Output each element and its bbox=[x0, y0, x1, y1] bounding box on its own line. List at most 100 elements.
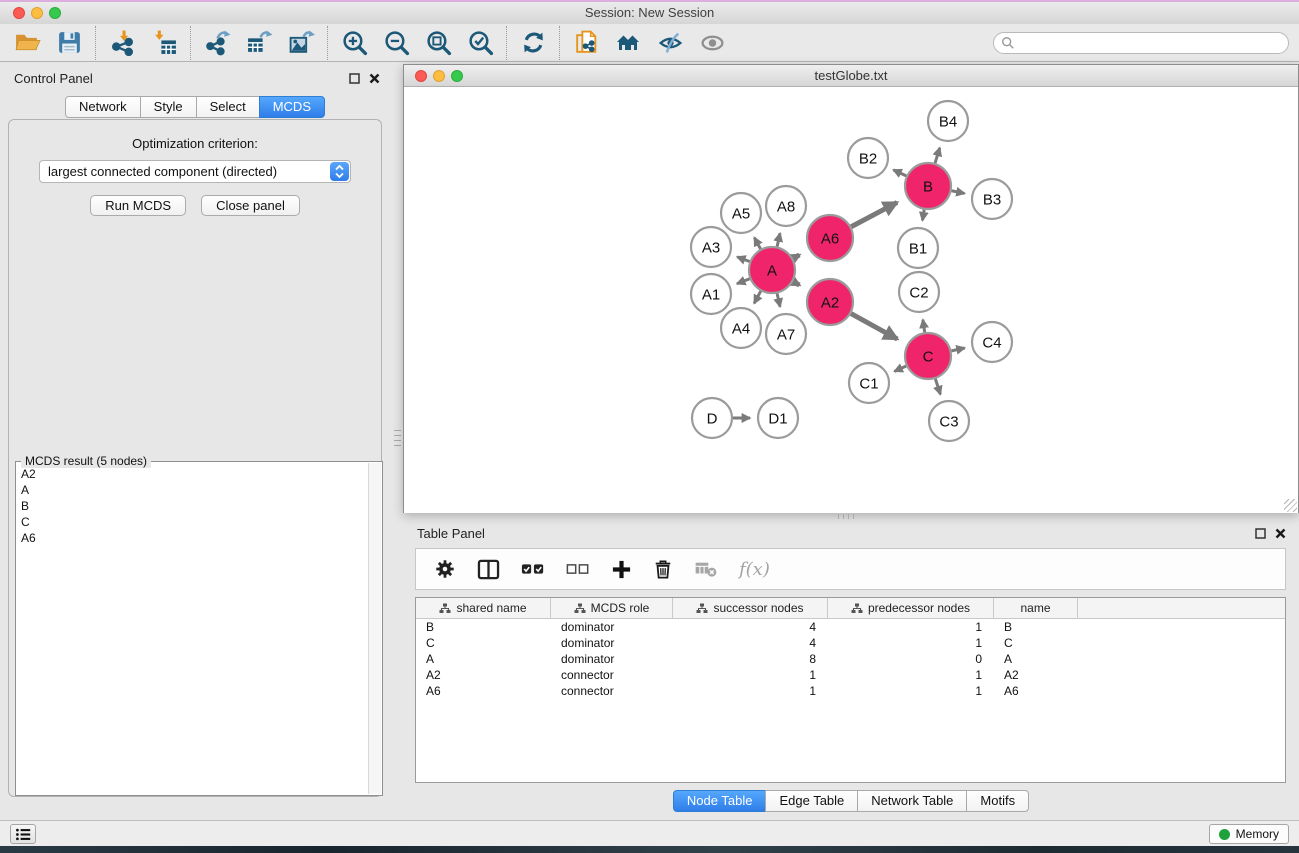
style-eye-icon bbox=[657, 29, 684, 56]
zoom-selected-button[interactable] bbox=[459, 26, 501, 60]
select-all-columns-button[interactable] bbox=[521, 562, 545, 576]
tab-style[interactable]: Style bbox=[140, 96, 197, 118]
list-item[interactable]: A2 bbox=[21, 466, 377, 482]
column-header-name[interactable]: name bbox=[994, 598, 1078, 618]
unselect-all-columns-button[interactable] bbox=[566, 562, 590, 576]
table-settings-gear-button[interactable] bbox=[434, 558, 456, 580]
tab-network[interactable]: Network bbox=[65, 96, 141, 118]
minimize-window-button[interactable] bbox=[31, 7, 43, 19]
graph-node-label: C3 bbox=[939, 413, 958, 430]
graph-edge-A2-C[interactable] bbox=[851, 314, 897, 340]
node-table[interactable]: shared nameMCDS rolesuccessor nodesprede… bbox=[415, 597, 1286, 783]
network-graph[interactable]: B4B2BB3A5A8A6B1A3AC2A1A2A4A7C4CC1C3DD1 bbox=[404, 88, 1298, 513]
close-table-panel-button[interactable] bbox=[1274, 527, 1287, 540]
table-row[interactable]: Cdominator41C bbox=[416, 635, 1285, 651]
zoom-fit-button[interactable] bbox=[417, 26, 459, 60]
graph-edge-A-A4[interactable] bbox=[754, 291, 760, 303]
refresh-button[interactable] bbox=[512, 26, 554, 60]
graph-node-label: C4 bbox=[982, 334, 1001, 351]
search-box[interactable] bbox=[993, 32, 1289, 54]
task-history-button[interactable] bbox=[10, 824, 36, 844]
import-table-button[interactable] bbox=[143, 26, 185, 60]
zoom-in-icon bbox=[341, 29, 368, 56]
graph-node-label: A3 bbox=[702, 239, 720, 256]
close-window-button[interactable] bbox=[13, 7, 25, 19]
zoom-in-button[interactable] bbox=[333, 26, 375, 60]
graph-edge-A-A5[interactable] bbox=[754, 238, 760, 249]
tab-motifs[interactable]: Motifs bbox=[966, 790, 1029, 812]
zoom-out-icon bbox=[383, 29, 410, 56]
close-panel-action-button[interactable]: Close panel bbox=[201, 195, 300, 216]
minimize-network-window-button[interactable] bbox=[433, 70, 445, 82]
control-panel: Control Panel NetworkStyleSelectMCDS Opt… bbox=[0, 62, 390, 820]
tab-network-table[interactable]: Network Table bbox=[857, 790, 967, 812]
graph-edge-C-C2[interactable] bbox=[923, 320, 925, 333]
graph-edge-A6-B[interactable] bbox=[851, 202, 897, 226]
network-window-titlebar[interactable]: testGlobe.txt bbox=[404, 65, 1298, 87]
style-visibility-button[interactable] bbox=[649, 26, 691, 60]
show-hide-button[interactable] bbox=[691, 26, 733, 60]
table-row[interactable]: A6connector11A6 bbox=[416, 683, 1285, 699]
optimization-criterion-select[interactable]: largest connected component (directed) bbox=[39, 160, 351, 183]
table-row[interactable]: A2connector11A2 bbox=[416, 667, 1285, 683]
show-columns-button[interactable] bbox=[477, 559, 500, 580]
graph-node-label: A8 bbox=[777, 198, 795, 215]
homes-icon bbox=[614, 29, 642, 57]
close-network-window-button[interactable] bbox=[415, 70, 427, 82]
graph-edge-C-C4[interactable] bbox=[951, 348, 964, 351]
zoom-out-button[interactable] bbox=[375, 26, 417, 60]
list-item[interactable]: C bbox=[21, 514, 377, 530]
tab-mcds[interactable]: MCDS bbox=[259, 96, 325, 118]
graph-edge-A-A3[interactable] bbox=[737, 257, 749, 262]
tab-edge-table[interactable]: Edge Table bbox=[765, 790, 858, 812]
column-header-predecessor-nodes[interactable]: predecessor nodes bbox=[828, 598, 994, 618]
list-item[interactable]: A6 bbox=[21, 530, 377, 546]
tab-select[interactable]: Select bbox=[196, 96, 260, 118]
memory-button[interactable]: Memory bbox=[1209, 824, 1289, 844]
graph-edge-A-A1[interactable] bbox=[737, 279, 750, 284]
export-network-button[interactable] bbox=[196, 26, 238, 60]
graph-edge-B-B4[interactable] bbox=[935, 148, 940, 163]
tab-node-table[interactable]: Node Table bbox=[673, 790, 767, 812]
window-resize-grip[interactable] bbox=[1284, 499, 1297, 512]
close-panel-button[interactable] bbox=[368, 72, 381, 85]
graph-edge-A-A6[interactable] bbox=[793, 255, 799, 258]
create-column-plus-button[interactable] bbox=[611, 559, 632, 580]
graph-edge-B-B1[interactable] bbox=[922, 210, 924, 221]
zoom-selected-icon bbox=[467, 29, 494, 56]
graph-edge-C-C1[interactable] bbox=[894, 366, 906, 371]
maximize-window-button[interactable] bbox=[49, 7, 61, 19]
save-session-button[interactable] bbox=[48, 26, 90, 60]
open-session-button[interactable] bbox=[6, 26, 48, 60]
delete-column-trash-button[interactable] bbox=[653, 558, 673, 580]
table-row[interactable]: Adominator80A bbox=[416, 651, 1285, 667]
graph-edge-B-B3[interactable] bbox=[952, 191, 965, 194]
column-header-successor-nodes[interactable]: successor nodes bbox=[673, 598, 828, 618]
float-panel-button[interactable] bbox=[348, 72, 361, 85]
network-from-file-button[interactable] bbox=[565, 26, 607, 60]
column-header-MCDS-role[interactable]: MCDS role bbox=[551, 598, 673, 618]
search-input[interactable] bbox=[1020, 34, 1288, 52]
float-table-panel-button[interactable] bbox=[1254, 527, 1267, 540]
export-image-button[interactable] bbox=[280, 26, 322, 60]
import-network-button[interactable] bbox=[101, 26, 143, 60]
export-table-button[interactable] bbox=[238, 26, 280, 60]
graph-edge-C-C3[interactable] bbox=[935, 379, 940, 395]
graph-edge-B-B2[interactable] bbox=[893, 170, 906, 176]
home-button[interactable] bbox=[607, 26, 649, 60]
graph-edge-A-A8[interactable] bbox=[777, 233, 780, 246]
table-row[interactable]: Bdominator41B bbox=[416, 619, 1285, 635]
import-table-icon bbox=[151, 29, 178, 56]
maximize-network-window-button[interactable] bbox=[451, 70, 463, 82]
mcds-result-list[interactable]: A2ABCA6 bbox=[16, 462, 382, 550]
list-item[interactable]: A bbox=[21, 482, 377, 498]
list-item[interactable]: B bbox=[21, 498, 377, 514]
network-canvas[interactable]: B4B2BB3A5A8A6B1A3AC2A1A2A4A7C4CC1C3DD1 bbox=[404, 88, 1298, 513]
graph-edge-A-A7[interactable] bbox=[777, 293, 780, 306]
run-mcds-button[interactable]: Run MCDS bbox=[90, 195, 186, 216]
result-scrollbar[interactable] bbox=[368, 463, 381, 794]
vertical-splitter-handle[interactable] bbox=[394, 430, 401, 450]
column-header-shared-name[interactable]: shared name bbox=[416, 598, 551, 618]
graph-edge-A-A2[interactable] bbox=[793, 282, 799, 285]
float-icon bbox=[1255, 528, 1266, 539]
